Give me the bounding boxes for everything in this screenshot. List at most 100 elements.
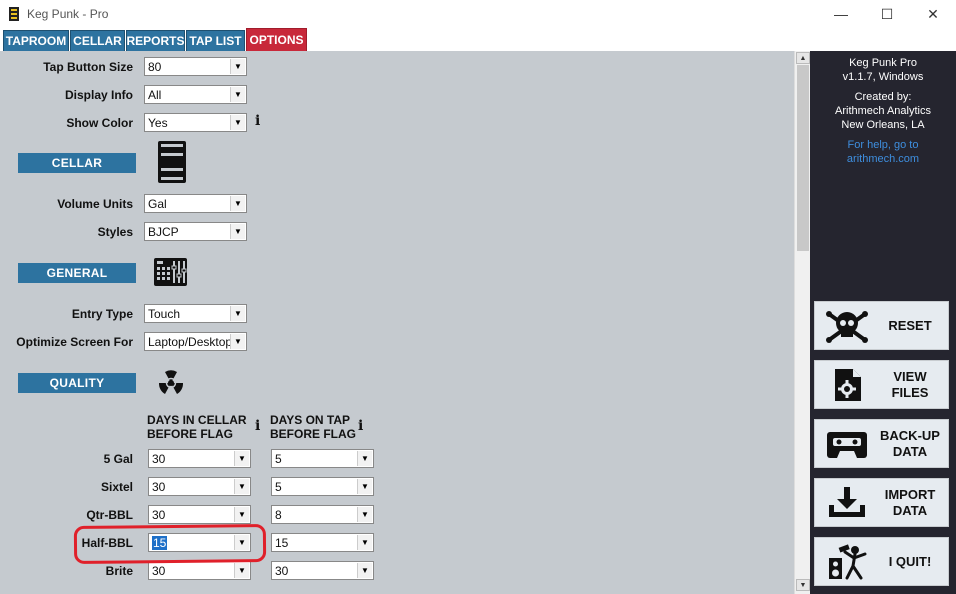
tab-taproom[interactable]: TAPROOM [3,30,69,51]
chevron-down-icon[interactable]: ▼ [357,507,372,522]
display-info-select[interactable]: All ▼ [144,85,247,104]
cellar-days-value: 30 [152,479,166,494]
reset-button[interactable]: RESET [814,301,949,350]
chevron-down-icon[interactable]: ▼ [230,306,245,321]
import-data-button[interactable]: IMPORT DATA [814,478,949,527]
view-files-button[interactable]: VIEW FILES [814,360,949,409]
info-icon[interactable]: i [255,418,260,434]
chevron-down-icon[interactable]: ▼ [230,334,245,349]
close-button[interactable]: ✕ [910,0,956,28]
cellar-days-select[interactable]: 30 ▼ [148,477,251,496]
backup-label-line2: DATA [892,444,928,459]
company-name: Arithmech Analytics [835,105,931,117]
scroll-up-icon[interactable]: ▲ [796,52,810,64]
volume-units-select[interactable]: Gal ▼ [144,194,247,213]
chevron-down-icon[interactable]: ▼ [357,451,372,466]
created-by-label: Created by: [854,91,912,103]
entry-type-select[interactable]: Touch ▼ [144,304,247,323]
view-files-label: VIEW FILES [873,369,947,401]
tap-days-value: 15 [275,535,289,550]
chevron-down-icon[interactable]: ▼ [357,479,372,494]
show-color-value: Yes [148,115,168,130]
chevron-down-icon[interactable]: ▼ [234,451,249,466]
tap-days-select[interactable]: 15 ▼ [271,533,374,552]
skull-crossbones-icon [826,311,868,343]
cellar-days-value: 30 [152,451,166,466]
minimize-icon: — [834,6,848,22]
chevron-down-icon[interactable]: ▼ [234,479,249,494]
tap-days-value: 5 [275,451,282,466]
quit-button[interactable]: I QUIT! [814,537,949,586]
radiation-icon [158,370,184,394]
reset-label: RESET [888,318,932,333]
optimize-screen-select[interactable]: Laptop/Desktop ▼ [144,332,247,351]
tap-days-select[interactable]: 5 ▼ [271,449,374,468]
cellar-section-header: CELLAR [18,153,136,173]
backup-data-button[interactable]: BACK-UP DATA [814,419,949,468]
tab-tap-list[interactable]: TAP LIST [186,30,245,51]
close-icon: ✕ [927,5,939,22]
cellar-days-select[interactable]: 30 ▼ [148,561,251,580]
minimize-button[interactable]: — [818,0,864,28]
chevron-down-icon[interactable]: ▼ [234,507,249,522]
chevron-down-icon[interactable]: ▼ [230,224,245,239]
info-sidebar: Keg Punk Pro v1.1.7, Windows Created by:… [810,51,956,594]
show-color-label: Show Color [66,116,133,130]
styles-value: BJCP [148,224,179,239]
tab-cellar[interactable]: CELLAR [70,30,125,51]
tap-button-size-value: 80 [148,59,162,74]
tap-days-value: 30 [275,563,289,578]
tab-reports[interactable]: REPORTS [126,30,185,51]
cellar-days-select[interactable]: 30 ▼ [148,449,251,468]
maximize-button[interactable]: ☐ [864,0,910,28]
view-label-line1: VIEW [893,369,927,384]
smash-speaker-icon [829,544,867,580]
chevron-down-icon[interactable]: ▼ [230,59,245,74]
backup-label-line1: BACK-UP [880,428,940,443]
tap-days-select[interactable]: 30 ▼ [271,561,374,580]
chevron-down-icon[interactable]: ▼ [357,535,372,550]
volume-units-label: Volume Units [57,197,133,211]
entry-type-label: Entry Type [71,307,133,321]
display-info-value: All [148,87,162,102]
scroll-down-icon[interactable]: ▼ [796,579,810,591]
days-on-tap-line1: DAYS ON TAP [270,413,351,427]
styles-select[interactable]: BJCP ▼ [144,222,247,241]
app-keg-icon [9,7,19,21]
quality-row-label: Sixtel [100,480,133,494]
chevron-down-icon[interactable]: ▼ [357,563,372,578]
days-in-cellar-heading: DAYS IN CELLAR BEFORE FLAG [147,413,247,441]
days-in-cellar-line2: BEFORE FLAG [147,427,233,441]
days-on-tap-line2: BEFORE FLAG [270,427,356,441]
window-title: Keg Punk - Pro [27,7,109,21]
cellar-days-select[interactable]: 30 ▼ [148,505,251,524]
chevron-down-icon[interactable]: ▼ [230,196,245,211]
days-in-cellar-line1: DAYS IN CELLAR [147,413,247,427]
quality-section-header: QUALITY [18,373,136,393]
import-label: IMPORT DATA [873,487,947,519]
show-color-select[interactable]: Yes ▼ [144,113,247,132]
title-bar: Keg Punk - Pro — ☐ ✕ [0,0,956,28]
vertical-scrollbar[interactable]: ▲ ▼ [794,51,810,594]
info-icon[interactable]: i [255,113,260,129]
cellar-days-value: 30 [152,507,166,522]
tap-days-select[interactable]: 8 ▼ [271,505,374,524]
info-icon[interactable]: i [358,418,363,434]
quit-label: I QUIT! [888,554,932,569]
backup-label: BACK-UP DATA [873,428,947,460]
tab-options[interactable]: OPTIONS [246,28,307,51]
scroll-thumb[interactable] [797,65,809,251]
options-panel: Tap Button Size 80 ▼ Display Info All ▼ … [0,51,794,594]
cellar-days-value: 30 [152,563,166,578]
file-gear-icon [835,369,861,401]
highlight-annotation [73,523,267,565]
quality-row-label: Brite [105,564,133,578]
help-link[interactable]: arithmech.com [810,152,956,166]
chevron-down-icon[interactable]: ▼ [234,563,249,578]
tap-button-size-select[interactable]: 80 ▼ [144,57,247,76]
chevron-down-icon[interactable]: ▼ [230,115,245,130]
tap-button-size-label: Tap Button Size [43,60,133,74]
tap-days-select[interactable]: 5 ▼ [271,477,374,496]
chevron-down-icon[interactable]: ▼ [230,87,245,102]
import-label-line1: IMPORT [884,487,936,502]
